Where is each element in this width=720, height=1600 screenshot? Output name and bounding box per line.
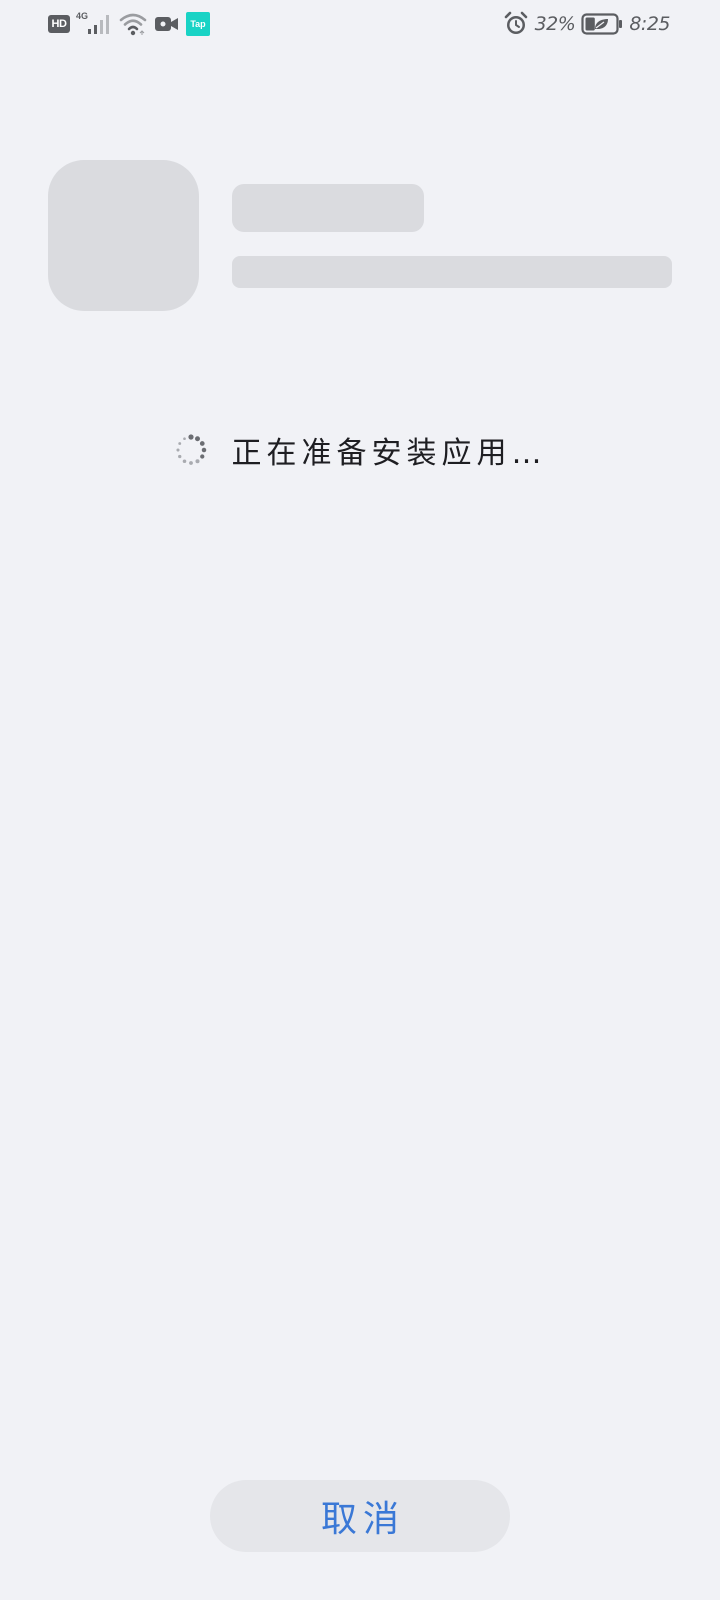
- install-status-message: 正在准备安装应用…: [231, 436, 547, 471]
- status-bar-left: HD 4G Tap: [48, 11, 210, 37]
- spinner-dot: [188, 461, 193, 465]
- spinner-dot: [182, 437, 186, 441]
- status-bar: HD 4G Tap 32% 8:25: [0, 0, 720, 48]
- spinner-dot: [182, 459, 186, 464]
- spinner-dot: [194, 459, 200, 464]
- install-progress-row: 正在准备安装应用…: [0, 426, 720, 474]
- spinner-dot: [194, 436, 200, 442]
- status-bar-right: 32% 8:25: [503, 11, 670, 37]
- hd-icon: HD: [48, 15, 70, 33]
- spinner-dot: [187, 434, 194, 440]
- app-name-placeholder: [232, 184, 424, 232]
- wifi-icon: [119, 13, 147, 36]
- cancel-button[interactable]: 取消: [210, 1480, 510, 1552]
- battery-percent: 32%: [534, 13, 576, 35]
- spinner-dot: [201, 447, 206, 453]
- cellular-signal-icon: 4G: [76, 11, 112, 37]
- app-icon-placeholder: [48, 160, 199, 311]
- loading-spinner-icon: [175, 434, 206, 465]
- spinner-dot: [177, 454, 181, 459]
- alarm-icon: [504, 11, 527, 34]
- spinner-dot: [175, 448, 180, 452]
- taptap-app-icon: Tap: [186, 12, 210, 36]
- spinner-dot: [199, 454, 204, 459]
- battery-saver-icon: [581, 13, 623, 35]
- clock-time: 8:25: [629, 13, 670, 35]
- hd-label: HD: [51, 18, 67, 30]
- tap-label: Tap: [190, 19, 206, 29]
- spinner-dot: [199, 441, 205, 446]
- video-camera-icon: [155, 17, 178, 31]
- app-info-placeholder: [232, 256, 672, 288]
- cancel-button-label: 取消: [320, 1499, 405, 1540]
- install-screen: HD 4G Tap 32% 8:25 正在准备安装应用… 取消: [0, 0, 720, 1600]
- battery-fill: [585, 17, 596, 31]
- spinner-dot: [177, 442, 181, 445]
